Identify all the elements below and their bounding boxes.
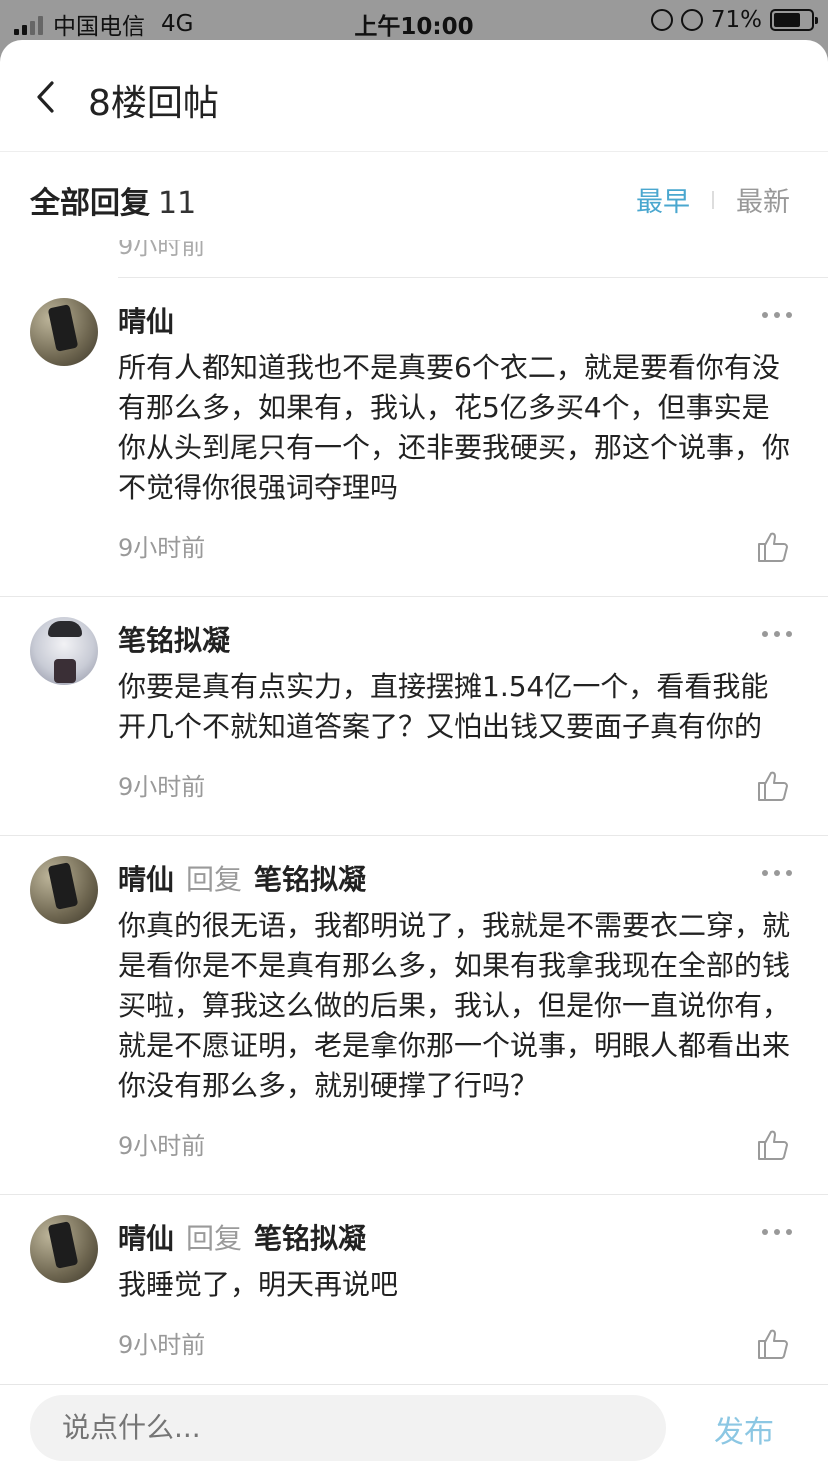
avatar[interactable] [30,617,98,685]
sort-switch: 最早 最新 [636,180,790,219]
thumbs-up-icon[interactable] [756,769,790,803]
reply-content: 你要是真有点实力，直接摆摊1.54亿一个，看看我能开几个不就知道答案了？又怕出钱… [118,670,769,743]
status-bar: 中国电信 4G 上午10:00 71% [0,0,828,40]
reply-item[interactable]: 晴仙 回复 笔铭拟凝 你真的很无语，我都明说了，我就是不需要衣二穿，就是看你是不… [0,836,828,1195]
comment-input[interactable] [30,1395,666,1461]
reply-content: 你真的很无语，我都明说了，我就是不需要衣二穿，就是看你是不是真有那么多，如果有我… [118,909,791,1102]
comment-bar: 发布 [0,1384,828,1472]
sort-divider [712,190,714,209]
reply-sheet: 8楼回帖 全部回复 11 最早 最新 9小时前 晴仙 所有人都知道我也不是真要6个… [0,40,828,1472]
reply-time: 9小时前 [118,1132,206,1160]
partial-time: 9小时前 [118,240,206,260]
reply-to-label: 回复 [186,1222,243,1255]
reply-username[interactable]: 晴仙 [118,858,174,898]
alarm-icon [680,9,703,31]
reply-item[interactable]: 笔铭拟凝 你要是真有点实力，直接摆摊1.54亿一个，看看我能开几个不就知道答案了… [0,597,828,836]
reply-item[interactable]: 晴仙 所有人都知道我也不是真要6个衣二，就是要看你有没有那么多，如果有，我认，花… [0,278,828,597]
sort-latest-tab[interactable]: 最新 [736,180,790,219]
publish-button[interactable]: 发布 [714,1407,774,1451]
avatar[interactable] [30,298,98,366]
battery-icon [770,9,818,31]
nav-bar: 8楼回帖 [0,40,828,152]
reply-time: 9小时前 [118,534,206,562]
partial-list-item: 9小时前 [118,240,828,278]
back-arrow-icon[interactable] [34,80,58,114]
reply-content: 所有人都知道我也不是真要6个衣二，就是要看你有没有那么多，如果有，我认，花5亿多… [118,351,791,504]
reply-content: 我睡觉了，明天再说吧 [118,1268,399,1301]
reply-target-username[interactable]: 笔铭拟凝 [254,1217,366,1257]
reply-item[interactable]: 晴仙 回复 笔铭拟凝 我睡觉了，明天再说吧 9小时前 [0,1195,828,1394]
rotation-lock-icon [650,9,673,31]
replies-header: 全部回复 11 最早 最新 [0,152,828,240]
more-options-icon[interactable] [762,1229,792,1239]
reply-time: 9小时前 [118,773,206,801]
replies-count: 11 [158,186,197,221]
replies-heading: 全部回复 11 [30,178,196,222]
avatar[interactable] [30,856,98,924]
page-title: 8楼回帖 [88,83,219,124]
thumbs-up-icon[interactable] [756,530,790,564]
reply-username[interactable]: 晴仙 [118,300,174,340]
thumbs-up-icon[interactable] [756,1128,790,1162]
reply-username[interactable]: 晴仙 [118,1217,174,1257]
reply-username[interactable]: 笔铭拟凝 [118,619,230,659]
more-options-icon[interactable] [762,870,792,880]
reply-list: 9小时前 晴仙 所有人都知道我也不是真要6个衣二，就是要看你有没有那么多，如果有… [0,240,828,1394]
avatar[interactable] [30,1215,98,1283]
reply-to-label: 回复 [186,863,243,896]
thumbs-up-icon[interactable] [756,1327,790,1361]
sort-earliest-tab[interactable]: 最早 [636,180,690,219]
reply-target-username[interactable]: 笔铭拟凝 [254,858,366,898]
replies-title: 全部回复 [30,186,150,221]
reply-time: 9小时前 [118,1331,206,1359]
more-options-icon[interactable] [762,631,792,641]
battery-percent: 71% [710,7,762,33]
more-options-icon[interactable] [762,312,792,322]
